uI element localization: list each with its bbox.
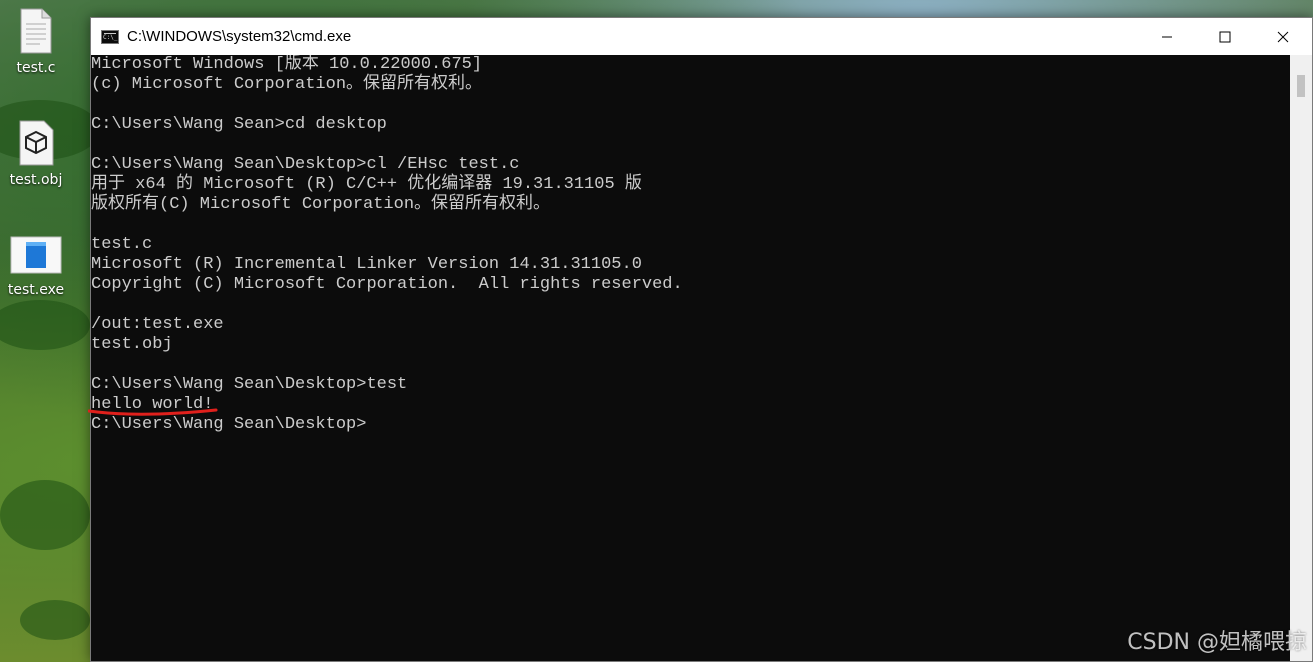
scrollbar-thumb[interactable] (1297, 75, 1305, 97)
console-line: C:\Users\Wang Sean\Desktop>cl /EHsc test… (91, 155, 520, 174)
console-line: 用于 x64 的 Microsoft (R) C/C++ 优化编译器 19.31… (91, 175, 642, 194)
console-app-icon[interactable] (101, 29, 119, 44)
foliage-decoration (0, 480, 90, 550)
text-file-icon (0, 8, 72, 58)
console-line: test.c (91, 235, 153, 254)
red-underline-annotation (88, 408, 218, 416)
minimize-icon (1162, 36, 1172, 37)
desktop-icon-test-exe[interactable]: test.exe (0, 234, 72, 298)
console-line: 版权所有(C) Microsoft Corporation。保留所有权利。 (91, 195, 551, 214)
executable-file-icon (0, 234, 72, 280)
maximize-icon (1219, 31, 1231, 42)
console-line: Copyright (C) Microsoft Corporation. All… (91, 275, 683, 294)
console-line: (c) Microsoft Corporation。保留所有权利。 (91, 75, 483, 94)
minimize-button[interactable] (1138, 18, 1196, 55)
console-line: /out:test.exe (91, 315, 224, 334)
csdn-watermark: CSDN @妲橘喂掠 (1127, 630, 1307, 655)
desktop-icon-label: test.exe (7, 282, 65, 298)
console-line: test.obj (91, 335, 173, 354)
console-line: Microsoft Windows [版本 10.0.22000.675] (91, 55, 483, 74)
console-output[interactable]: Microsoft Windows [版本 10.0.22000.675] (c… (91, 55, 1290, 661)
maximize-button[interactable] (1196, 18, 1254, 55)
desktop-icon-test-obj[interactable]: test.obj (0, 120, 72, 188)
console-line: C:\Users\Wang Sean>cd desktop (91, 115, 387, 134)
title-bar[interactable]: C:\WINDOWS\system32\cmd.exe (91, 18, 1312, 55)
window-title: C:\WINDOWS\system32\cmd.exe (127, 28, 352, 45)
close-button[interactable] (1254, 18, 1312, 55)
console-line: Microsoft (R) Incremental Linker Version… (91, 255, 642, 274)
console-line: C:\Users\Wang Sean\Desktop>test (91, 375, 408, 394)
desktop-icon-label: test.c (16, 60, 56, 76)
desktop-icon-label: test.obj (9, 172, 63, 188)
vertical-scrollbar[interactable] (1290, 55, 1312, 661)
window-controls (1138, 18, 1312, 55)
foliage-decoration (20, 600, 90, 640)
foliage-decoration (0, 300, 90, 350)
close-icon (1277, 31, 1289, 42)
desktop-icon-test-c[interactable]: test.c (0, 8, 72, 76)
object-file-icon (0, 120, 72, 170)
cmd-window[interactable]: C:\WINDOWS\system32\cmd.exe Microsoft W (90, 17, 1313, 662)
